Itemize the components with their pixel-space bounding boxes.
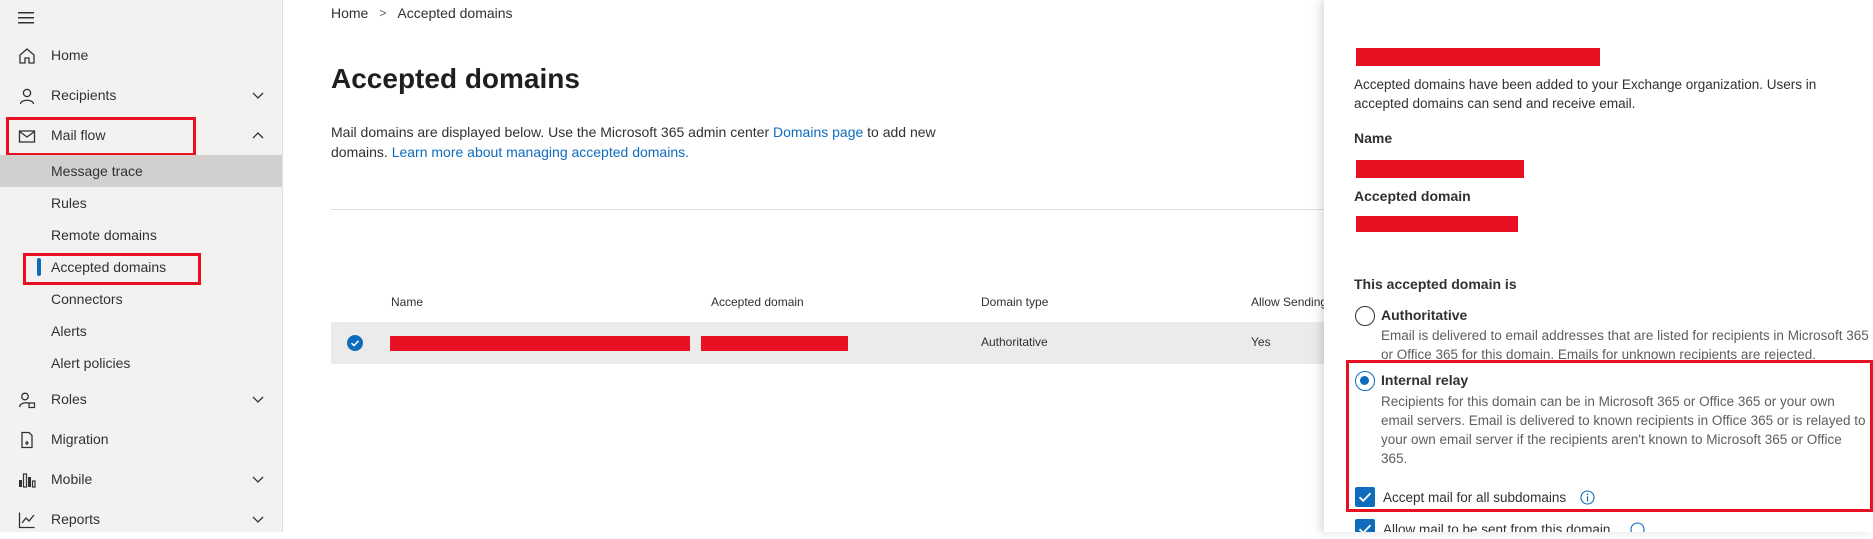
checkmark-icon — [1358, 524, 1372, 532]
accepted-domain-label: Accepted domain — [1354, 188, 1471, 204]
sub-item-connectors[interactable]: Connectors — [0, 283, 282, 315]
chevron-down-icon — [252, 516, 264, 523]
redaction-mark — [1356, 216, 1518, 232]
sub-item-message-trace[interactable]: Message trace — [0, 155, 282, 187]
sub-item-alert-policies[interactable]: Alert policies — [0, 347, 282, 379]
roles-icon — [18, 392, 36, 409]
home-icon — [19, 48, 35, 64]
accept-subdomains-checkbox[interactable] — [1355, 487, 1375, 507]
breadcrumb-current: Accepted domains — [397, 5, 513, 21]
breadcrumb-separator: > — [379, 6, 387, 20]
breadcrumb: Home > Accepted domains — [331, 5, 513, 21]
checkmark-circle-icon[interactable] — [347, 335, 363, 351]
sub-item-remote-domains[interactable]: Remote domains — [0, 219, 282, 251]
name-label: Name — [1354, 130, 1393, 146]
nav-label: Mobile — [51, 471, 93, 487]
nav-item-recipients[interactable]: Recipients — [0, 77, 282, 115]
mobile-icon — [19, 473, 36, 488]
sub-item-label: Connectors — [51, 291, 123, 307]
chevron-down-icon — [252, 396, 264, 403]
active-indicator — [37, 258, 41, 276]
domains-page-link[interactable]: Domains page — [773, 124, 863, 140]
domain-type-heading: This accepted domain is — [1354, 276, 1517, 292]
navigation-sidebar: Home Recipients Mail flow Message trace … — [0, 0, 283, 532]
nav-label: Migration — [51, 431, 109, 447]
page-title: Accepted domains — [331, 63, 580, 94]
migration-icon — [21, 431, 33, 449]
domain-details-panel: Accepted domains have been added to your… — [1324, 0, 1873, 532]
domain-type-cell: Authoritative — [981, 335, 1048, 349]
reports-icon — [18, 512, 35, 529]
redaction-mark — [1356, 48, 1600, 66]
divider — [331, 209, 1331, 210]
sub-item-rules[interactable]: Rules — [0, 187, 282, 219]
description-text: Mail domains are displayed below. Use th… — [331, 124, 773, 140]
internal-relay-label[interactable]: Internal relay — [1381, 372, 1468, 388]
allow-send-checkbox[interactable] — [1355, 519, 1375, 532]
nav-label: Reports — [51, 511, 101, 527]
nav-label: Recipients — [51, 87, 117, 103]
allow-send-label: Allow mail to be sent from this domain — [1383, 522, 1611, 532]
sub-item-alerts[interactable]: Alerts — [0, 315, 282, 347]
accept-subdomains-label: Accept mail for all subdomains — [1383, 490, 1567, 505]
nav-label: Roles — [51, 391, 87, 407]
sub-item-label: Alert policies — [51, 355, 131, 371]
checkmark-icon — [1358, 492, 1372, 503]
mail-icon — [18, 130, 36, 143]
sub-item-label: Alerts — [51, 323, 87, 339]
nav-item-mobile[interactable]: Mobile — [0, 461, 282, 499]
sub-item-accepted-domains[interactable]: Accepted domains — [0, 251, 282, 283]
chevron-down-icon — [252, 476, 264, 483]
sub-item-label: Rules — [51, 195, 87, 211]
nav-item-reports[interactable]: Reports — [0, 501, 282, 539]
authoritative-description-clip: Email is delivered to email addresses th… — [1381, 326, 1869, 362]
sub-item-label: Remote domains — [51, 227, 157, 243]
redaction-mark — [390, 336, 690, 351]
nav-label: Home — [51, 47, 89, 63]
info-icon[interactable] — [1630, 522, 1645, 532]
column-header-name[interactable]: Name — [391, 295, 423, 309]
sub-item-label: Accepted domains — [51, 259, 167, 275]
panel-intro: Accepted domains have been added to your… — [1354, 77, 1817, 111]
nav-item-home[interactable]: Home — [0, 37, 282, 75]
hamburger-icon[interactable] — [16, 7, 38, 29]
column-header-allow-sending[interactable]: Allow Sending — [1251, 295, 1327, 309]
nav-item-mail-flow[interactable]: Mail flow — [0, 117, 282, 155]
internal-relay-description: Recipients for this domain can be in Mic… — [1381, 394, 1866, 466]
authoritative-label[interactable]: Authoritative — [1381, 307, 1467, 323]
redaction-mark — [701, 336, 848, 351]
nav-label: Mail flow — [51, 127, 106, 143]
chevron-up-icon — [252, 132, 264, 139]
redaction-mark — [1356, 160, 1524, 178]
chevron-down-icon — [252, 92, 264, 99]
authoritative-description: Email is delivered to email addresses th… — [1381, 328, 1869, 362]
authoritative-radio[interactable] — [1355, 306, 1375, 326]
person-icon — [19, 88, 35, 105]
allow-sending-cell: Yes — [1251, 335, 1271, 349]
sub-item-label: Message trace — [51, 163, 143, 179]
nav-item-migration[interactable]: Migration — [0, 421, 282, 459]
learn-more-link[interactable]: Learn more about managing accepted domai… — [392, 144, 689, 160]
page-description: Mail domains are displayed below. Use th… — [331, 122, 971, 162]
breadcrumb-home-link[interactable]: Home — [331, 5, 368, 21]
nav-item-roles[interactable]: Roles — [0, 381, 282, 419]
internal-relay-radio[interactable] — [1355, 371, 1375, 391]
info-icon[interactable] — [1580, 490, 1595, 505]
column-header-accepted-domain[interactable]: Accepted domain — [711, 295, 804, 309]
column-header-domain-type[interactable]: Domain type — [981, 295, 1048, 309]
allow-send-row-clip: Allow mail to be sent from this domain — [1324, 516, 1873, 532]
table-row[interactable]: Authoritative Yes — [331, 322, 1331, 364]
